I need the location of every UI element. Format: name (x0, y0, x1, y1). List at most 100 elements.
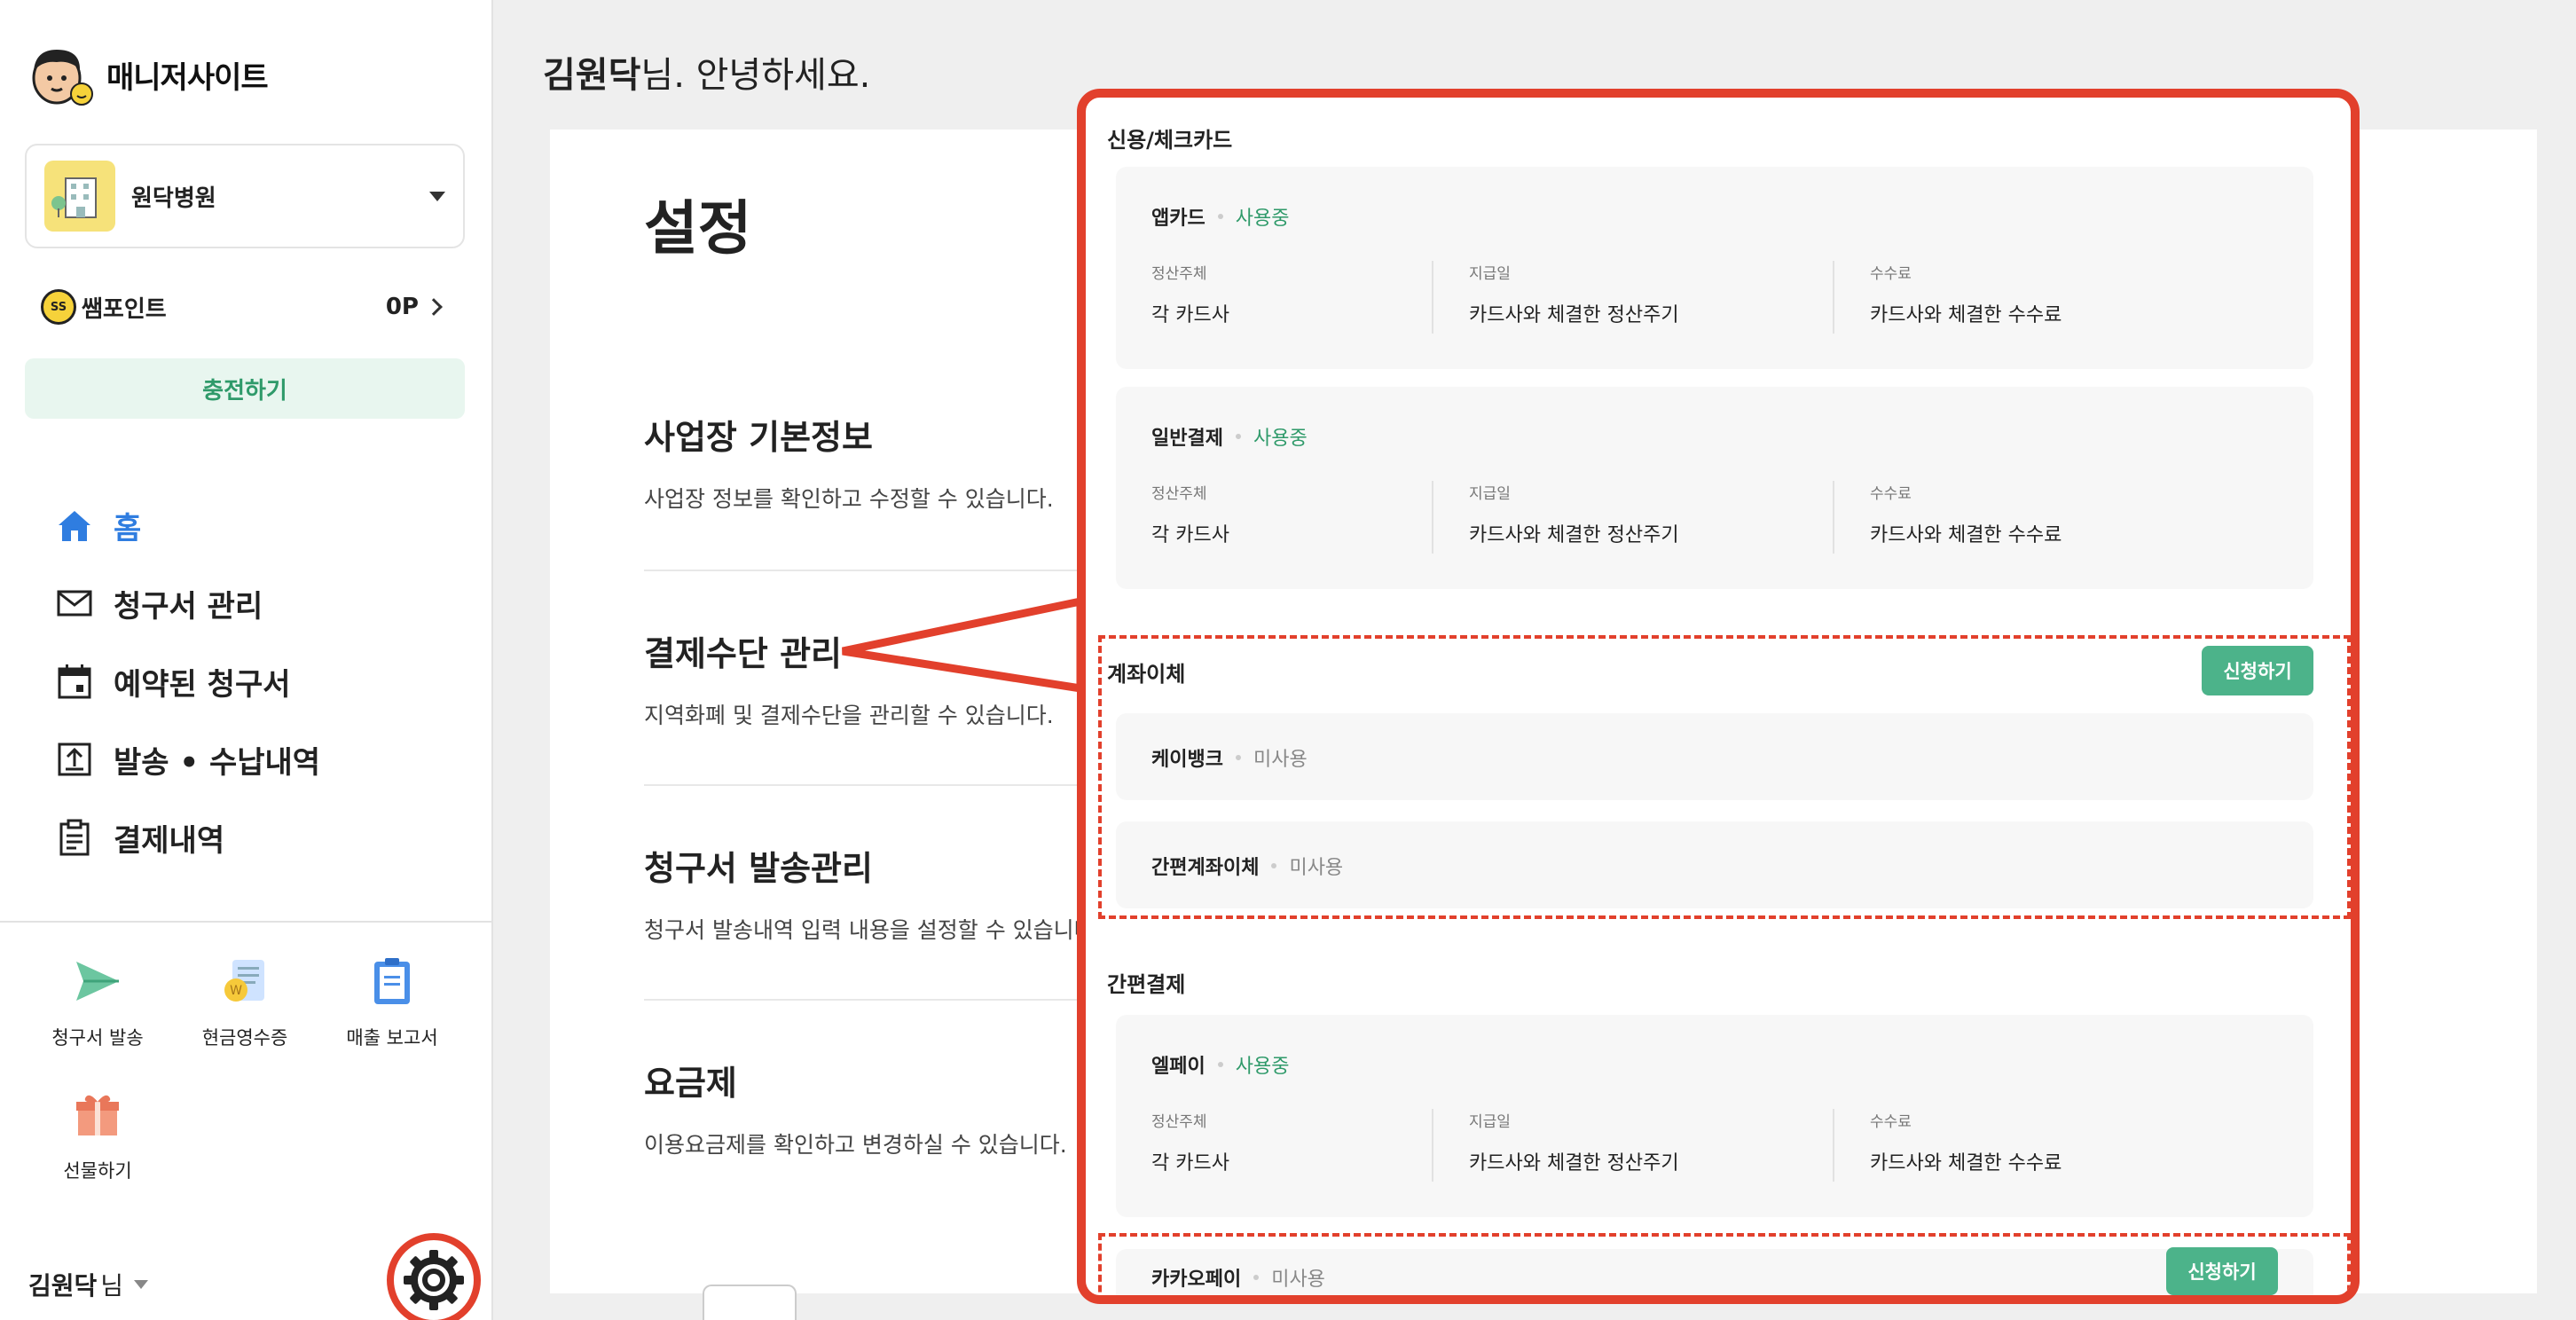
gift-icon (76, 1095, 119, 1135)
col-key: 수수료 (1870, 265, 1912, 283)
section-desc: 이용요금제를 확인하고 변경하실 수 있습니다. (644, 1132, 1067, 1158)
quick-label: 매출 보고서 (346, 1027, 438, 1049)
col-key: 정산주체 (1151, 485, 1207, 503)
method-name: 케이뱅크 (1151, 749, 1223, 771)
col-value: 각 카드사 (1151, 304, 1229, 326)
group-title-transfer: 계좌이체 (1107, 662, 1186, 687)
nav-item-history[interactable]: 발송 • 수납내역 (55, 720, 320, 798)
col-key: 지급일 (1469, 1113, 1511, 1131)
group-title-easy: 간편결제 (1107, 972, 1186, 997)
apply-transfer-button[interactable]: 신청하기 (2202, 646, 2313, 695)
gear-icon (404, 1250, 464, 1310)
method-name: 일반결제 (1151, 428, 1223, 450)
method-name: 엘페이 (1151, 1056, 1206, 1078)
status-badge: 미사용 (1289, 857, 1344, 879)
nav-label: 예약된 청구서 (114, 666, 291, 703)
section-desc: 사업장 정보를 확인하고 수정할 수 있습니다. (644, 486, 1054, 512)
col-divider (1432, 481, 1433, 554)
method-name: 앱카드 (1151, 208, 1206, 230)
col-value: 카드사와 체결한 수수료 (1870, 1152, 2062, 1175)
method-card-lpay[interactable]: 엘페이 사용중 정산주체 각 카드사 지급일 카드사와 체결한 정산주기 수수료 카드… (1116, 1015, 2313, 1217)
col-divider (1833, 261, 1834, 334)
nav-label: 결제내역 (114, 822, 225, 859)
col-divider (1432, 261, 1433, 334)
payment-methods-popup: 신용/체크카드 앱카드 사용중 정산주체 각 카드사 지급일 카드사와 체결한 정산… (1077, 89, 2360, 1304)
nav-item-scheduled[interactable]: 예약된 청구서 (55, 642, 320, 720)
status-badge: 미사용 (1253, 749, 1308, 771)
col-key: 지급일 (1469, 265, 1511, 283)
col-value: 카드사와 체결한 정산주기 (1469, 1152, 1679, 1175)
status-badge: 사용중 (1235, 1056, 1290, 1078)
quick-label: 선물하기 (63, 1160, 132, 1182)
nav-label: 청구서 관리 (114, 588, 263, 625)
user-name: 김원닥 (28, 1271, 98, 1300)
method-name: 카카오페이 (1151, 1269, 1242, 1291)
points-value: 0P (385, 294, 419, 320)
business-selector[interactable]: 원닥병원 (25, 144, 465, 248)
col-divider (1833, 481, 1834, 554)
status-badge: 사용중 (1235, 208, 1290, 230)
nav-label: 홈 (114, 510, 142, 546)
method-card-kbank[interactable]: 케이뱅크 미사용 (1116, 713, 2313, 800)
main-nav: 홈 청구서 관리 예약된 청구서 발송 • 수납내역 결제내역 (55, 486, 320, 876)
quick-sales-report[interactable]: 매출 보고서 (321, 955, 463, 1050)
sidebar-divider (0, 921, 493, 923)
greeting: 김원닥님. 안녕하세요. (543, 46, 870, 98)
method-card-general[interactable]: 일반결제 사용중 정산주체 각 카드사 지급일 카드사와 체결한 정산주기 수수료 카… (1116, 387, 2313, 589)
nav-item-invoices[interactable]: 청구서 관리 (55, 564, 320, 642)
mail-icon (57, 590, 92, 617)
separator-dot (1235, 755, 1241, 760)
quick-cash-receipt[interactable]: W 현금영수증 (174, 955, 316, 1050)
greeting-name: 김원닥 (543, 55, 641, 96)
greeting-text: 님. 안녕하세요. (640, 55, 871, 96)
quick-gift[interactable]: 선물하기 (27, 1088, 169, 1183)
method-card-appcard[interactable]: 앱카드 사용중 정산주체각 카드사 지급일카드사와 체결한 정산주기 수수료카드… (1116, 167, 2313, 369)
col-divider (1833, 1109, 1834, 1182)
separator-dot (1235, 434, 1241, 439)
points-badge-icon: SS (41, 289, 76, 325)
nav-item-home[interactable]: 홈 (55, 486, 320, 564)
separator-dot (1271, 863, 1277, 868)
col-key: 정산주체 (1151, 1113, 1207, 1131)
method-name: 간편계좌이체 (1151, 857, 1260, 879)
report-icon (374, 958, 410, 1004)
quick-send-invoice[interactable]: 청구서 발송 (27, 955, 169, 1050)
col-key: 수수료 (1870, 485, 1912, 503)
method-card-kakaopay[interactable]: 카카오페이 미사용 (1116, 1249, 2313, 1295)
charge-button[interactable]: 충전하기 (25, 358, 465, 419)
upload-icon (58, 742, 91, 776)
col-value: 각 카드사 (1151, 524, 1229, 546)
chevron-right-icon (425, 298, 443, 316)
chevron-down-icon (429, 191, 445, 201)
chevron-down-icon (134, 1280, 149, 1289)
sidebar: 매니저사이트 원닥병원 SS 쌤포인트 0P 충전하기 홈 청구서 관리 예약된… (0, 0, 493, 1320)
svg-text:W: W (230, 984, 242, 998)
points-row[interactable]: SS 쌤포인트 0P (41, 289, 443, 325)
quick-label: 청구서 발송 (51, 1027, 144, 1049)
calendar-icon (58, 664, 91, 699)
separator-dot (1253, 1275, 1260, 1280)
method-card-easy-transfer[interactable]: 간편계좌이체 미사용 (1116, 821, 2313, 908)
clipboard-icon (59, 819, 90, 856)
user-menu[interactable]: 김원닥 님 (28, 1267, 149, 1302)
settings-button[interactable] (387, 1233, 481, 1320)
home-icon (59, 511, 90, 541)
col-value: 카드사와 체결한 수수료 (1870, 524, 2062, 546)
manager-face-icon (27, 43, 96, 106)
status-badge: 사용중 (1253, 428, 1308, 450)
logo[interactable]: 매니저사이트 (27, 43, 269, 106)
receipt-icon: W (224, 960, 264, 1002)
col-key: 정산주체 (1151, 265, 1207, 283)
memo-tab[interactable] (703, 1285, 797, 1320)
col-value: 카드사와 체결한 정산주기 (1469, 524, 1679, 546)
apply-kakaopay-button[interactable]: 신청하기 (2166, 1247, 2278, 1295)
send-icon (76, 962, 119, 1001)
col-key: 수수료 (1870, 1113, 1912, 1131)
building-icon (44, 161, 115, 232)
col-value: 카드사와 체결한 정산주기 (1469, 304, 1679, 326)
quick-label: 현금영수증 (201, 1027, 288, 1049)
col-value: 카드사와 체결한 수수료 (1870, 304, 2062, 326)
user-suffix: 님 (100, 1271, 124, 1300)
section-desc: 지역화폐 및 결제수단을 관리할 수 있습니다. (644, 703, 1054, 728)
nav-item-payments[interactable]: 결제내역 (55, 798, 320, 876)
